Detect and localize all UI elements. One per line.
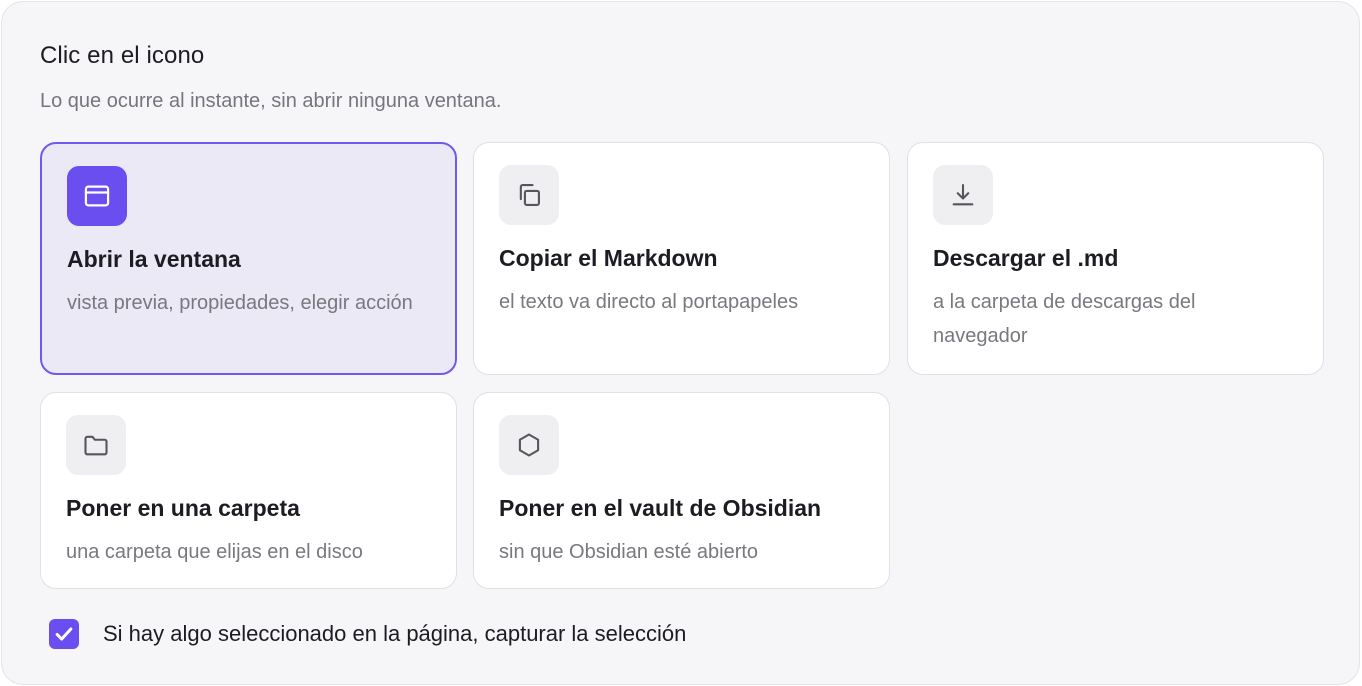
capture-selection-option[interactable]: Si hay algo seleccionado en la página, c… (49, 619, 686, 649)
option-description: una carpeta que elijas en el disco (66, 541, 363, 563)
section-title: Clic en el icono (40, 42, 205, 69)
option-save-folder[interactable]: Poner en una carpeta una carpeta que eli… (40, 392, 457, 589)
option-title: Descargar el .md (933, 245, 1119, 271)
option-title: Poner en el vault de Obsidian (499, 495, 822, 521)
option-open-window[interactable]: Abrir la ventana vista previa, propiedad… (40, 142, 457, 375)
option-obsidian-vault[interactable]: Poner en el vault de Obsidian sin que Ob… (473, 392, 890, 589)
download-icon (933, 165, 993, 225)
settings-panel: Clic en el icono Lo que ocurre al instan… (1, 1, 1360, 685)
option-copy-markdown[interactable]: Copiar el Markdown el texto va directo a… (473, 142, 890, 375)
folder-icon (66, 415, 126, 475)
capture-selection-checkbox[interactable] (49, 619, 79, 649)
option-download-md[interactable]: Descargar el .md a la carpeta de descarg… (907, 142, 1324, 375)
section-subtitle: Lo que ocurre al instante, sin abrir nin… (40, 90, 502, 112)
copy-icon (499, 165, 559, 225)
option-description: el texto va directo al portapapeles (499, 291, 799, 313)
checkmark-icon (55, 627, 73, 641)
option-description: a la carpeta de descargas del navegador (933, 291, 1196, 347)
option-description: vista previa, propiedades, elegir acción (67, 292, 413, 314)
option-title: Poner en una carpeta (66, 495, 300, 521)
option-title: Abrir la ventana (67, 246, 241, 272)
obsidian-icon (499, 415, 559, 475)
option-description: sin que Obsidian esté abierto (499, 541, 759, 563)
capture-selection-label: Si hay algo seleccionado en la página, c… (103, 621, 687, 646)
window-icon (67, 166, 127, 226)
option-title: Copiar el Markdown (499, 245, 718, 271)
